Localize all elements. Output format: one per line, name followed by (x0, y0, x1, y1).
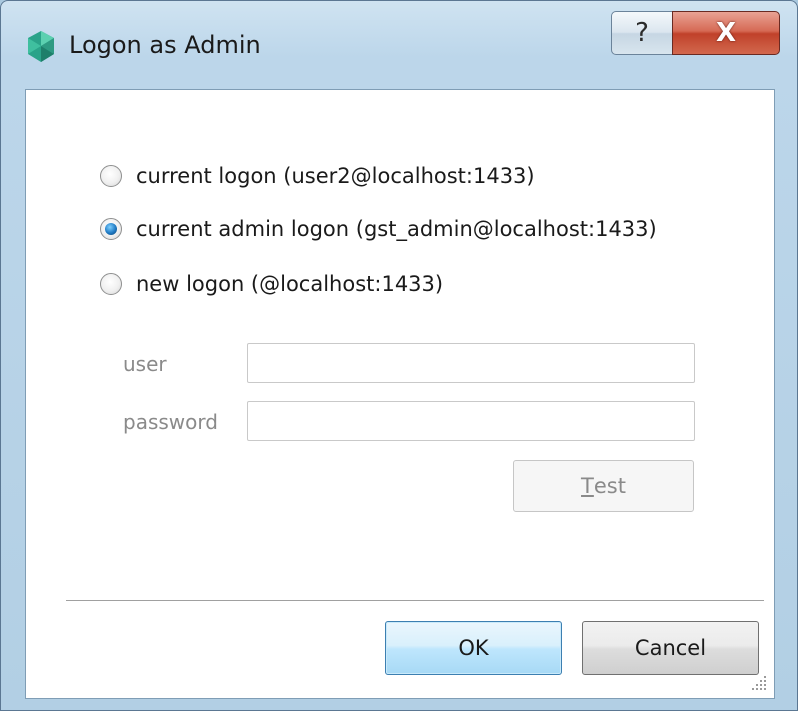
help-icon: ? (635, 18, 649, 48)
footer-separator (66, 600, 764, 601)
password-input[interactable] (247, 401, 695, 441)
ok-button-label: OK (458, 636, 489, 660)
radio-button-current-logon[interactable] (100, 165, 122, 187)
close-button[interactable]: X (672, 11, 780, 55)
radio-button-current-admin-logon[interactable] (100, 218, 122, 240)
test-button-mnemonic: T (581, 474, 594, 498)
help-button[interactable]: ? (611, 11, 673, 55)
window-title: Logon as Admin (69, 31, 261, 59)
ok-button[interactable]: OK (385, 621, 562, 675)
close-icon: X (715, 18, 737, 48)
app-logo-icon (28, 31, 54, 62)
cancel-button-label: Cancel (634, 636, 707, 660)
dialog-client-area: current logon (user2@localhost:1433) cur… (25, 89, 775, 699)
radio-current-admin-logon[interactable]: current admin logon (gst_admin@localhost… (100, 217, 657, 241)
cancel-button[interactable]: Cancel (582, 621, 759, 675)
radio-label-current-admin-logon: current admin logon (gst_admin@localhost… (136, 217, 657, 241)
resize-grip-icon[interactable] (750, 674, 768, 692)
radio-new-logon[interactable]: new logon (@localhost:1433) (100, 272, 443, 296)
user-label: user (123, 352, 167, 376)
test-button[interactable]: Test (513, 460, 694, 512)
radio-button-new-logon[interactable] (100, 273, 122, 295)
user-input[interactable] (247, 343, 695, 383)
test-button-label-rest: est (593, 474, 626, 498)
radio-label-current-logon: current logon (user2@localhost:1433) (136, 164, 535, 188)
title-bar[interactable]: Logon as Admin ? X (1, 1, 798, 89)
radio-current-logon[interactable]: current logon (user2@localhost:1433) (100, 164, 535, 188)
radio-label-new-logon: new logon (@localhost:1433) (136, 272, 444, 296)
dialog-window: Logon as Admin ? X current logon (user2@… (0, 0, 798, 711)
password-label: password (123, 410, 218, 434)
